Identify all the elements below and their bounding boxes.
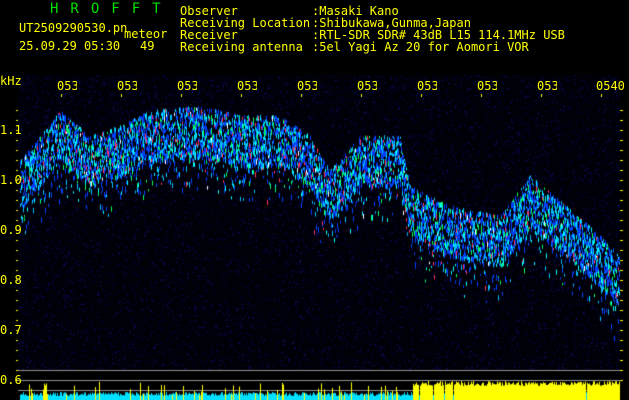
time-label: 0531 (57, 80, 77, 92)
meteor-count: 49 (140, 39, 155, 53)
time-label: 0532 (117, 80, 137, 92)
app-title: HROFFT (50, 1, 173, 17)
y-label: 1.1 (0, 123, 22, 137)
antenna-label: Receiving antenna (180, 40, 303, 54)
y-label: 0.8 (0, 273, 22, 287)
time-label: 0533 (177, 80, 197, 92)
date-time: 25.09.29 05:30 (19, 39, 121, 53)
time-label: 0536 (357, 80, 377, 92)
y-label: 0.6 (0, 373, 22, 387)
y-label: 1.0 (0, 173, 22, 187)
spectrogram (0, 70, 629, 400)
time-label: 0535 (297, 80, 317, 92)
unit-label: kHz (0, 74, 22, 88)
time-label: 0540 (596, 80, 625, 92)
y-label: 0.7 (0, 323, 22, 337)
time-label: 0538 (477, 80, 497, 92)
time-label: 0539 (537, 80, 557, 92)
time-label: 0537 (417, 80, 437, 92)
time-label: 0534 (237, 80, 257, 92)
antenna-value: :5el Yagi Az 20 for Aomori VOR (312, 40, 529, 54)
y-label: 0.9 (0, 223, 22, 237)
file-name: UT2509290530.pn (19, 21, 128, 35)
